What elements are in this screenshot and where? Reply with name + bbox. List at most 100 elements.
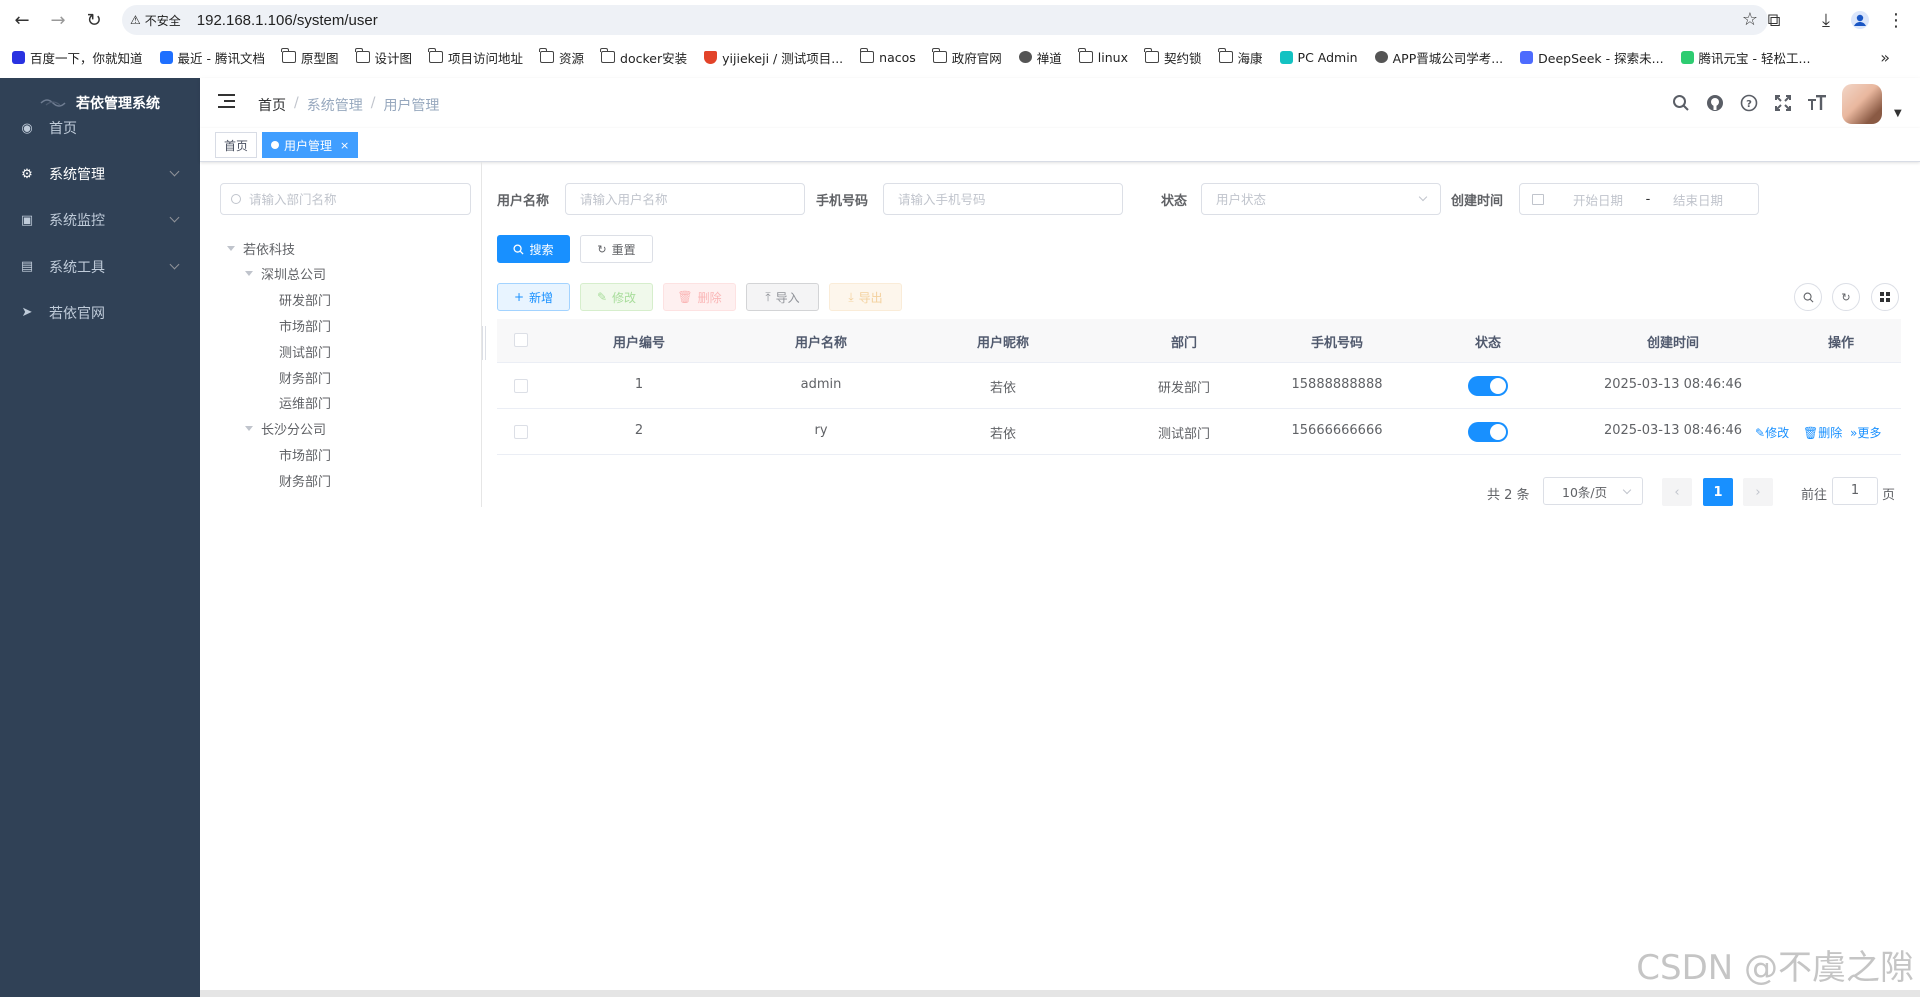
download-icon[interactable]: ⤓ bbox=[1814, 8, 1838, 32]
row-action-2[interactable]: »更多 bbox=[1850, 424, 1881, 441]
dept-search-field[interactable] bbox=[220, 183, 471, 215]
tree-node[interactable]: 财务部门 bbox=[279, 367, 331, 387]
reset-button[interactable]: ↻ 重置 bbox=[580, 235, 653, 263]
search-icon[interactable] bbox=[1670, 92, 1692, 114]
goto-page-input[interactable]: 1 bbox=[1832, 477, 1878, 505]
horizontal-scrollbar[interactable] bbox=[200, 990, 1920, 997]
tree-node[interactable]: 市场部门 bbox=[279, 444, 331, 464]
row-action-0[interactable]: ✎修改 bbox=[1755, 424, 1789, 441]
phone-input[interactable] bbox=[898, 191, 1100, 207]
sidebar-item-4[interactable]: ➤ 若依官网 bbox=[0, 285, 200, 341]
row-action-1[interactable]: 🗑删除 bbox=[1803, 424, 1842, 441]
tree-node[interactable]: 研发部门 bbox=[279, 290, 331, 310]
avatar[interactable] bbox=[1842, 84, 1882, 124]
bookmark-item[interactable]: yijiekeji / 测试项目... bbox=[704, 48, 843, 67]
col-status[interactable]: 状态 bbox=[1423, 332, 1553, 351]
page-number-button[interactable]: 1 bbox=[1703, 478, 1733, 506]
tree-node[interactable]: 财务部门 bbox=[279, 470, 331, 490]
row-checkbox[interactable] bbox=[514, 425, 528, 439]
bookmark-star-icon[interactable]: ☆ bbox=[1742, 9, 1758, 30]
tree-node[interactable]: 深圳总公司 bbox=[245, 264, 326, 284]
bookmark-item[interactable]: PC Admin bbox=[1279, 50, 1358, 65]
bookmark-item[interactable]: 资源 bbox=[539, 48, 584, 67]
bookmark-item[interactable]: 最近 - 腾讯文档 bbox=[159, 48, 265, 67]
reload-icon[interactable]: ↻ bbox=[82, 8, 106, 32]
status-select-input[interactable] bbox=[1216, 191, 1418, 207]
address-bar[interactable]: ⚠ 不安全 192.168.1.106/system/user ☆ bbox=[122, 5, 1768, 35]
caret-down-icon[interactable] bbox=[227, 245, 235, 251]
columns-button[interactable] bbox=[1871, 283, 1899, 311]
pane-resize-handle[interactable] bbox=[482, 326, 486, 360]
extensions-icon[interactable]: ⧉ bbox=[1762, 8, 1786, 32]
bookmark-item[interactable]: 政府官网 bbox=[932, 48, 1002, 67]
menu-kebab-icon[interactable]: ⋮ bbox=[1884, 8, 1908, 32]
select-all-checkbox[interactable] bbox=[514, 333, 528, 347]
tree-node[interactable]: 长沙分公司 bbox=[245, 419, 326, 439]
username-field[interactable] bbox=[565, 183, 805, 215]
tree-node[interactable]: 市场部门 bbox=[279, 315, 331, 335]
caret-down-icon[interactable] bbox=[245, 426, 253, 432]
back-icon[interactable]: ← bbox=[10, 8, 34, 32]
edit-button[interactable]: ✎ 修改 bbox=[580, 283, 653, 311]
bookmark-item[interactable]: 原型图 bbox=[281, 48, 339, 67]
page-size-select[interactable]: 10条/页 bbox=[1543, 477, 1643, 505]
bookmark-item[interactable]: APP晋城公司学考... bbox=[1374, 48, 1503, 67]
table-row[interactable]: 2 ry 若依 测试部门 15666666666 2025-03-13 08:46:46 ✎… bbox=[497, 409, 1901, 455]
bookmark-item[interactable]: 契约锁 bbox=[1144, 48, 1202, 67]
caret-down-icon[interactable] bbox=[245, 271, 253, 277]
fullscreen-icon[interactable] bbox=[1772, 92, 1794, 114]
bookmark-item[interactable]: linux bbox=[1078, 48, 1128, 65]
next-page-button[interactable]: › bbox=[1743, 478, 1773, 506]
row-checkbox[interactable] bbox=[514, 379, 528, 393]
hamburger-icon[interactable] bbox=[218, 94, 235, 108]
toggle-search-button[interactable] bbox=[1794, 283, 1822, 311]
status-switch[interactable] bbox=[1468, 422, 1508, 442]
bookmark-item[interactable]: 设计图 bbox=[354, 48, 412, 67]
col-username[interactable]: 用户名称 bbox=[756, 332, 886, 351]
username-input[interactable] bbox=[580, 191, 782, 207]
delete-button[interactable]: 🗑 删除 bbox=[663, 283, 736, 311]
end-date-input[interactable]: 结束日期 bbox=[1658, 190, 1738, 209]
bookmark-item[interactable]: 腾讯元宝 - 轻松工... bbox=[1680, 48, 1810, 67]
caret-down-icon[interactable]: ▼ bbox=[1894, 108, 1902, 119]
bookmark-item[interactable]: 海康 bbox=[1217, 48, 1263, 67]
search-button[interactable]: 搜索 bbox=[497, 235, 570, 263]
status-select[interactable] bbox=[1201, 183, 1441, 215]
bookmark-item[interactable]: 项目访问地址 bbox=[428, 48, 523, 67]
tree-node[interactable]: 若依科技 bbox=[227, 238, 295, 258]
col-user-id[interactable]: 用户编号 bbox=[574, 332, 704, 351]
start-date-input[interactable]: 开始日期 bbox=[1558, 190, 1638, 209]
prev-page-button[interactable]: ‹ bbox=[1662, 478, 1692, 506]
status-switch[interactable] bbox=[1468, 376, 1508, 396]
import-button[interactable]: ⤒ 导入 bbox=[746, 283, 819, 311]
export-button[interactable]: ⤓ 导出 bbox=[829, 283, 902, 311]
help-icon[interactable]: ? bbox=[1738, 92, 1760, 114]
bookmark-item[interactable]: DeepSeek - 探索未... bbox=[1520, 48, 1664, 67]
font-size-icon[interactable] bbox=[1806, 92, 1828, 114]
profile-icon[interactable] bbox=[1848, 8, 1872, 32]
phone-field[interactable] bbox=[883, 183, 1123, 215]
bookmark-item[interactable]: nacos bbox=[859, 48, 916, 65]
breadcrumb-home[interactable]: 首页 bbox=[258, 95, 286, 115]
date-range-picker[interactable]: 开始日期 - 结束日期 bbox=[1519, 183, 1759, 215]
bookmark-item[interactable]: docker安装 bbox=[600, 48, 687, 67]
table-row[interactable]: 1 admin 若依 研发部门 15888888888 2025-03-13 08:46:… bbox=[497, 363, 1901, 409]
bookmarks-more-icon[interactable]: » bbox=[1880, 48, 1890, 67]
col-dept[interactable]: 部门 bbox=[1119, 332, 1249, 351]
tag-user-management[interactable]: 用户管理 × bbox=[262, 132, 359, 158]
add-button[interactable]: + 新增 bbox=[497, 283, 570, 311]
forward-icon[interactable]: → bbox=[46, 8, 70, 32]
refresh-button[interactable]: ↻ bbox=[1832, 283, 1860, 311]
col-nickname[interactable]: 用户昵称 bbox=[938, 332, 1068, 351]
dept-search-input[interactable] bbox=[249, 191, 459, 207]
col-phone[interactable]: 手机号码 bbox=[1272, 332, 1402, 351]
security-indicator[interactable]: ⚠ 不安全 bbox=[130, 12, 181, 29]
close-icon[interactable]: × bbox=[340, 139, 349, 152]
tag-home[interactable]: 首页 bbox=[215, 132, 258, 158]
url-text[interactable]: 192.168.1.106/system/user bbox=[197, 12, 378, 29]
tree-node[interactable]: 测试部门 bbox=[279, 341, 331, 361]
github-icon[interactable] bbox=[1704, 92, 1726, 114]
bookmark-item[interactable]: 禅道 bbox=[1018, 48, 1062, 67]
bookmark-item[interactable]: 百度一下，你就知道 bbox=[12, 48, 143, 67]
col-created[interactable]: 创建时间 bbox=[1593, 332, 1753, 351]
